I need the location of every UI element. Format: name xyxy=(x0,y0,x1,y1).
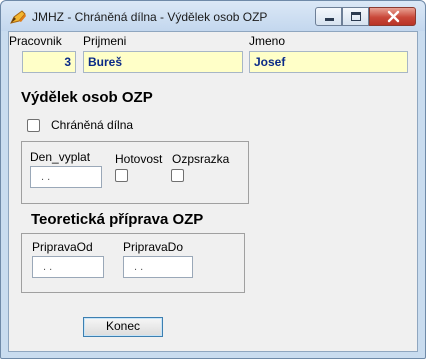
priprava-od-label: PripravaOd xyxy=(32,240,93,254)
form-body: Pracovnik Prijmeni Jmeno 3 Bureš Josef V… xyxy=(8,31,418,352)
minimize-button[interactable] xyxy=(315,7,342,26)
ozpsrazka-checkbox[interactable] xyxy=(171,169,184,182)
priprava-do-input[interactable]: . . xyxy=(123,256,193,278)
close-button[interactable] xyxy=(369,7,416,26)
maximize-button[interactable] xyxy=(342,7,369,26)
den-vyplat-input[interactable]: . . xyxy=(30,166,102,188)
app-window: JMHZ - Chráněná dílna - Výdělek osob OZP… xyxy=(0,0,426,359)
pen-icon xyxy=(9,9,27,25)
ozpsrazka-label: Ozpsrazka xyxy=(172,152,230,166)
prijmeni-label: Prijmeni xyxy=(83,34,127,48)
priprava-do-label: PripravaDo xyxy=(123,240,184,254)
maximize-icon xyxy=(351,12,361,21)
priprava-od-input[interactable]: . . xyxy=(32,256,104,278)
jmeno-field[interactable]: Josef xyxy=(249,51,408,73)
close-icon xyxy=(387,10,400,28)
chranena-dilna-label: Chráněná dílna xyxy=(51,118,134,132)
den-vyplat-label: Den_vyplat xyxy=(30,150,91,164)
konec-button[interactable]: Konec xyxy=(83,317,163,337)
title-bar[interactable]: JMHZ - Chráněná dílna - Výdělek osob OZP xyxy=(1,1,425,31)
prijmeni-field[interactable]: Bureš xyxy=(83,51,243,73)
minimize-icon xyxy=(325,18,334,21)
vydelek-section-title: Výdělek osob OZP xyxy=(21,89,153,106)
jmeno-label: Jmeno xyxy=(249,34,286,48)
hotovost-label: Hotovost xyxy=(115,152,163,166)
chranena-dilna-checkbox[interactable] xyxy=(27,119,40,132)
pracovnik-label: Pracovnik xyxy=(9,34,62,48)
hotovost-checkbox[interactable] xyxy=(115,169,128,182)
priprava-section-title: Teoretická příprava OZP xyxy=(31,211,204,228)
pracovnik-field[interactable]: 3 xyxy=(22,51,76,73)
window-title: JMHZ - Chráněná dílna - Výdělek osob OZP xyxy=(32,10,268,24)
